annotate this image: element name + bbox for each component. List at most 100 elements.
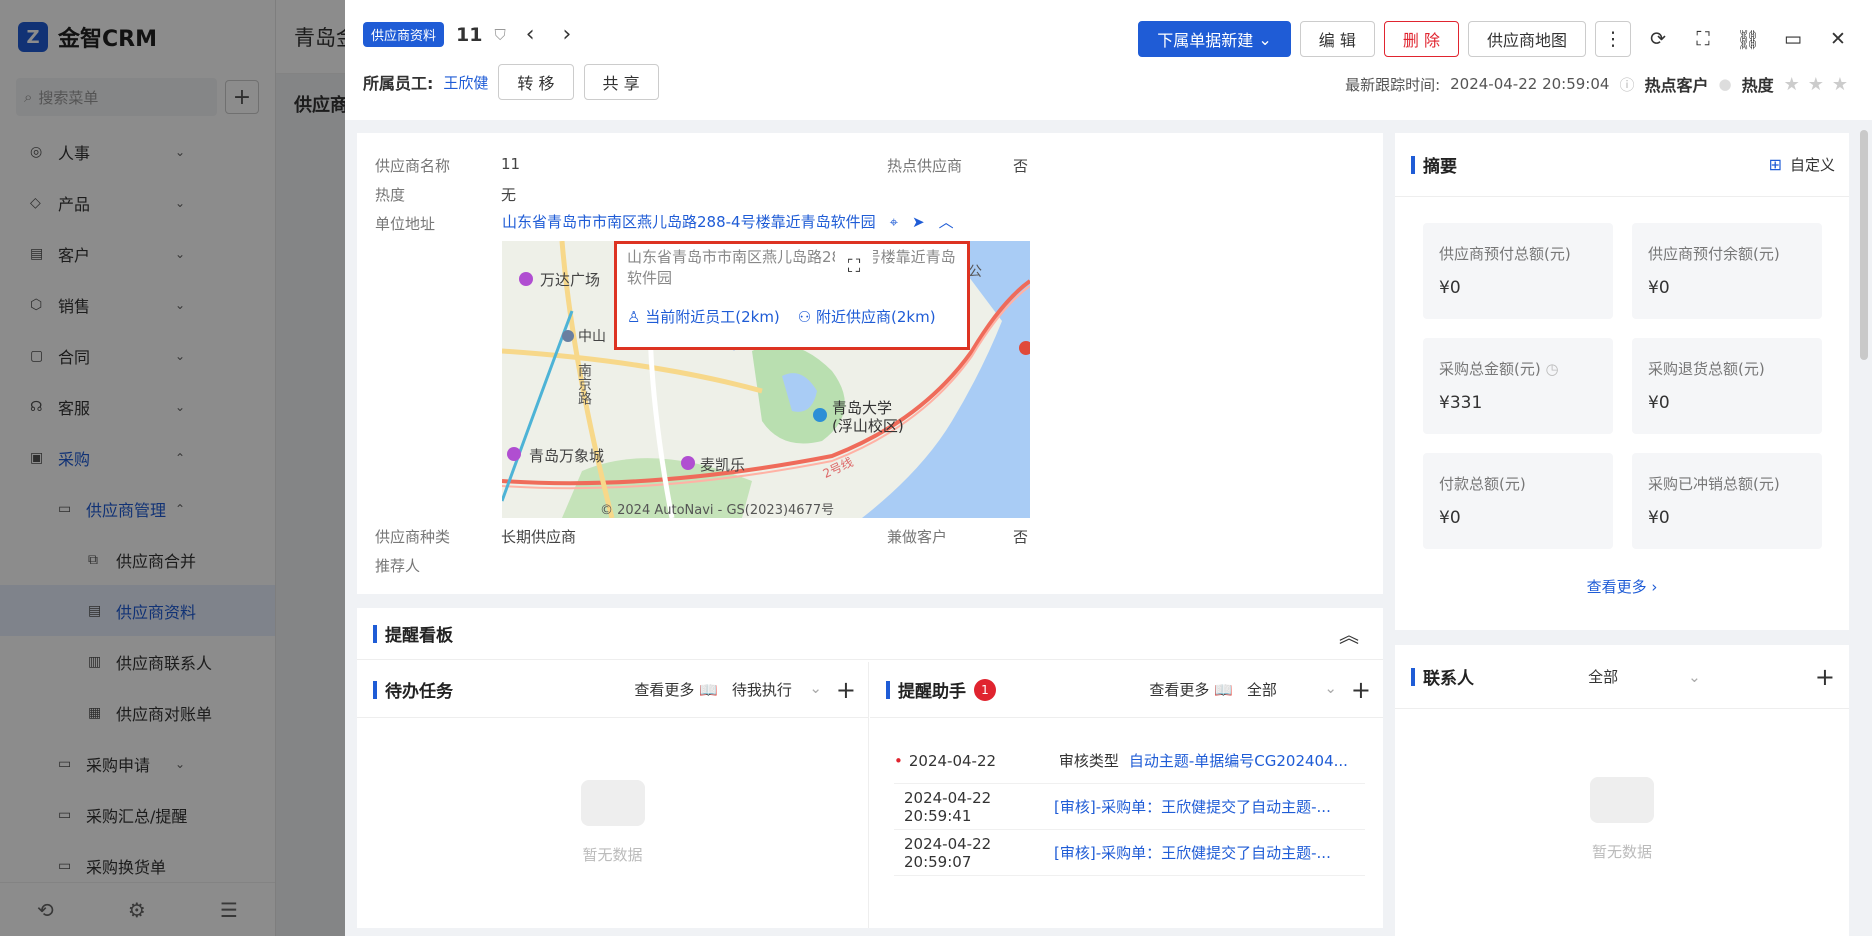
fullscreen-icon[interactable]: ⛶ <box>1685 21 1721 57</box>
todo-filter-select[interactable]: 待我执行 ⌄ <box>732 679 822 700</box>
tile-value: ¥0 <box>1439 508 1461 528</box>
nearby-supplier-link[interactable]: ⚇ 附近供应商(2km) <box>798 306 936 327</box>
field-label: 供应商名称 <box>375 157 451 175</box>
chevron-down-icon: ⌄ <box>1324 679 1337 697</box>
supplier-info-card: 供应商名称 11 热点供应商 否 热度 无 单位地址 山东省青岛市市南区燕儿岛路… <box>357 133 1383 594</box>
contacts-empty-state: 暂无数据 <box>1395 777 1849 862</box>
reminder-row[interactable]: 2024-04-22 20:59:07 [审核]-采购单：王欣健提交了自动主题-… <box>894 830 1365 876</box>
delete-button[interactable]: 删 除 <box>1383 21 1459 57</box>
owner-name-link[interactable]: 王欣健 <box>443 72 488 93</box>
assistant-see-more-label: 查看更多 <box>1149 681 1210 699</box>
drawer-actions: 下属单据新建 ⌄ 编 辑 删 除 供应商地图 ⋮ ⟳ ⛶ ⛓ ▭ ✕ <box>1138 21 1856 57</box>
todo-header: 待办任务 查看更多 📖 待我执行 ⌄ + <box>357 662 868 718</box>
customize-button[interactable]: ⊞ 自定义 <box>1769 154 1835 175</box>
dock-icon[interactable]: ▭ <box>1775 21 1811 57</box>
reminder-row[interactable]: 2024-04-22 20:59:41 [审核]-采购单：王欣健提交了自动主题-… <box>894 784 1365 830</box>
tile-label: 供应商预付余额(元) <box>1648 245 1780 263</box>
contacts-title: 联系人 <box>1411 664 1474 689</box>
navigate-icon[interactable]: ➤ <box>912 213 925 231</box>
tile-label: 采购退货总额(元) <box>1648 360 1765 378</box>
collapse-double-up-icon[interactable]: ︽ <box>1339 619 1359 648</box>
field-address: 单位地址 <box>375 213 501 234</box>
unread-dot-icon: • <box>894 751 903 770</box>
tile-label: 供应商预付总额(元) <box>1439 245 1571 263</box>
tile-label-text: 采购总金额(元) <box>1439 360 1541 378</box>
next-record-icon[interactable]: › <box>555 22 580 47</box>
more-icon[interactable]: ⋮ <box>1595 21 1631 57</box>
assistant-add-icon[interactable]: + <box>1351 676 1371 704</box>
share-button[interactable]: 共 享 <box>583 64 659 100</box>
address-link[interactable]: 山东省青岛市市南区燕儿岛路288-4号楼靠近青岛软件园 ⌖ ➤ ︿ <box>502 211 954 232</box>
heat-label: 热度 <box>1741 76 1774 95</box>
refresh-icon[interactable]: ⟳ <box>1640 21 1676 57</box>
nearby-staff-label: 当前附近员工(2km) <box>645 308 780 326</box>
tile-value: ¥0 <box>1648 508 1670 528</box>
location-pin-icon[interactable]: ⌖ <box>890 213 898 231</box>
assistant-filter-value: 全部 <box>1246 681 1277 699</box>
heat-stars[interactable]: ★★★ <box>1784 74 1856 95</box>
field-value: 否 <box>1013 157 1029 175</box>
shield-icon[interactable]: ⛉ <box>494 26 505 44</box>
field-label: 热度 <box>375 186 406 204</box>
contacts-filter-value: 全部 <box>1588 668 1619 686</box>
hot-customer-label: 热点客户 <box>1644 76 1709 95</box>
field-also-customer: 兼做客户 否 <box>887 526 1028 547</box>
last-follow-time: 2024-04-22 20:59:04 <box>1450 75 1610 93</box>
reminder-board-header: 提醒看板 ︽ <box>357 608 1383 660</box>
assistant-title-text: 提醒助手 <box>898 682 966 702</box>
todo-see-more[interactable]: 查看更多 📖 <box>634 679 717 700</box>
contacts-add-icon[interactable]: + <box>1815 663 1835 691</box>
nearby-staff-link[interactable]: ♙ 当前附近员工(2km) <box>627 306 780 327</box>
clock-icon[interactable]: ◷ <box>1546 360 1559 378</box>
supplier-map-button[interactable]: 供应商地图 <box>1467 21 1586 57</box>
map-label-fushan-campus: (浮山校区) <box>832 417 904 435</box>
chevron-down-icon: ⌄ <box>1258 29 1272 49</box>
prev-record-icon[interactable]: ‹ <box>518 22 543 47</box>
chevron-down-icon: ⌄ <box>809 679 822 697</box>
field-label: 供应商种类 <box>375 528 451 546</box>
drawer-scrollbar[interactable] <box>1860 130 1868 360</box>
summary-title: 摘要 <box>1411 152 1457 177</box>
map-label-mcd: 麦凯乐 <box>700 456 746 474</box>
person-icon: ♙ <box>627 308 641 326</box>
empty-inbox-icon <box>1590 777 1654 823</box>
chevron-down-icon: ⌄ <box>1688 667 1701 686</box>
new-sub-document-button[interactable]: 下属单据新建 ⌄ <box>1138 21 1291 57</box>
map-address-popup: 山东省青岛市市南区燕儿岛路288-4号楼靠近青岛软件园 ♙ 当前附近员工(2km… <box>614 241 970 350</box>
contacts-filter-select[interactable]: 全部 ⌄ <box>1588 666 1701 687</box>
reminder-subject[interactable]: [审核]-采购单：王欣健提交了自动主题-... <box>1054 842 1331 863</box>
new-sub-document-label: 下属单据新建 <box>1157 31 1254 50</box>
field-supplier-name: 供应商名称 11 <box>375 155 520 176</box>
assistant-filter-select[interactable]: 全部 ⌄ <box>1247 679 1337 700</box>
map-fullscreen-icon[interactable]: ⛶ <box>835 248 873 284</box>
todo-empty-state: 暂无数据 <box>357 780 868 865</box>
reminder-subject[interactable]: 自动主题-单据编号CG202404... <box>1129 750 1348 771</box>
reminder-row[interactable]: • 2024-04-22 审核类型 自动主题-单据编号CG202404... <box>894 738 1365 784</box>
hot-customer-toggle[interactable]: ● <box>1718 75 1731 93</box>
drawer-header: 供应商资料 11 ⛉ ‹ › 所属员工: 王欣健 转 移 共 享 下属单据新建 … <box>345 0 1872 120</box>
assistant-see-more[interactable]: 查看更多 📖 <box>1149 679 1232 700</box>
summary-header: 摘要 ⊞ 自定义 <box>1395 133 1849 197</box>
summary-tile: 供应商预付总额(元) ¥0 <box>1423 223 1613 319</box>
contacts-panel: 联系人 全部 ⌄ + 暂无数据 <box>1395 645 1849 936</box>
grid-icon: ⊞ <box>1768 155 1782 174</box>
field-value: 11 <box>501 155 521 173</box>
tile-label: 采购总金额(元) ◷ <box>1439 358 1597 379</box>
summary-tile: 采购退货总额(元) ¥0 <box>1632 338 1822 434</box>
popup-links: ♙ 当前附近员工(2km) ⚇ 附近供应商(2km) <box>627 306 957 327</box>
reminder-type: 审核类型 <box>1058 752 1119 770</box>
close-icon[interactable]: ✕ <box>1820 21 1856 57</box>
reminder-subject[interactable]: [审核]-采购单：王欣健提交了自动主题-... <box>1054 796 1331 817</box>
field-value: 否 <box>1013 528 1029 546</box>
transfer-button[interactable]: 转 移 <box>498 64 574 100</box>
edit-button[interactable]: 编 辑 <box>1299 21 1375 57</box>
todo-add-icon[interactable]: + <box>836 676 856 704</box>
help-icon[interactable]: ⓘ <box>1619 74 1634 95</box>
tile-label: 采购已冲销总额(元) <box>1648 475 1780 493</box>
summary-see-more[interactable]: 查看更多 › <box>1395 576 1849 597</box>
group-icon: ⚇ <box>797 308 812 326</box>
field-label: 兼做客户 <box>887 528 948 546</box>
link-icon[interactable]: ⛓ <box>1730 21 1766 57</box>
collapse-map-icon[interactable]: ︿ <box>939 211 954 232</box>
map-copyright: © 2024 AutoNavi - GS(2023)4677号 <box>600 503 835 518</box>
